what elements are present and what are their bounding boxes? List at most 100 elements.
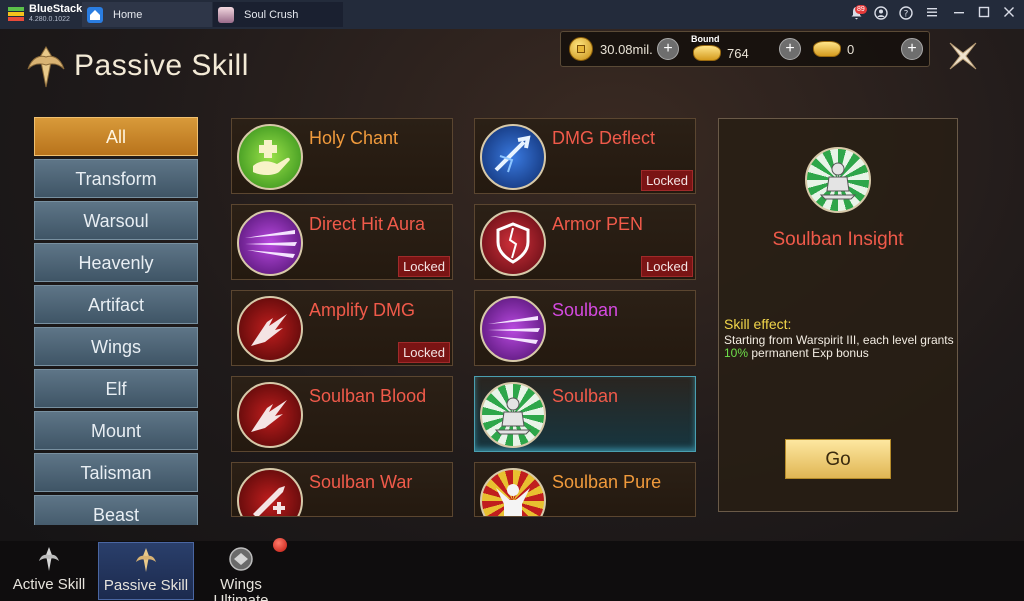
sidebar-item-transform[interactable]: Transform [34,159,198,198]
maximize-icon[interactable] [976,6,992,22]
sidebar-item-warsoul[interactable]: Warsoul [34,201,198,240]
deflect-icon [480,124,546,190]
skill-detail-panel: Soulban Insight Skill effect: Starting f… [718,118,958,512]
skill-card-direct-hit-aura[interactable]: Direct Hit Aura Locked [231,204,453,280]
tab-wings-ultimate[interactable]: Wings Ultimate [193,542,289,601]
passive-skill-icon [136,548,156,572]
flame-blade-icon [237,382,303,448]
effect-percent: 10% [724,346,749,360]
skill-name: Soulban Blood [309,386,427,406]
locked-badge: Locked [398,342,450,363]
skill-name: Amplify DMG [309,300,416,320]
close-icon[interactable] [946,39,980,73]
broken-shield-icon [480,210,546,276]
sidebar-item-all[interactable]: All [34,117,198,156]
app-name: BlueStacks [29,3,89,15]
currency-bar: 30.08mil. + Bound 764 + 0 + [560,31,930,67]
passive-skill-emblem-icon [27,46,65,88]
skill-name: Soulban [552,300,619,320]
skill-card-soulban-war[interactable]: Soulban War [231,462,453,517]
tab-home[interactable]: Home [82,2,212,27]
skill-name: Direct Hit Aura [309,214,426,234]
ingot-amount: 0 [847,41,855,57]
skill-name: Soulban [552,386,619,406]
gold-amount: 30.08mil. [600,41,653,57]
skill-card-holy-chant[interactable]: Holy Chant [231,118,453,194]
tab-label: Active Skill [12,576,86,593]
flame-blade-icon [237,296,303,362]
slash-aura-icon [237,210,303,276]
skill-card-armor-pen[interactable]: Armor PEN Locked [474,204,696,280]
sidebar-item-beast[interactable]: Beast [34,495,198,525]
meditating-figure-icon [480,382,546,448]
effect-text-start: Starting from Warspirit III, each level … [724,333,954,347]
sword-icon [237,468,303,516]
sidebar-item-artifact[interactable]: Artifact [34,285,198,324]
help-icon[interactable]: ? [898,6,914,22]
notification-dot [273,538,287,552]
gold-coin-icon [569,37,593,61]
tab-label: Passive Skill [103,577,189,594]
svg-text:?: ? [904,10,909,20]
effect-text-end: permanent Exp bonus [748,346,869,360]
currency-gold: 30.08mil. [569,32,653,66]
skill-name: DMG Deflect [552,128,656,148]
warrior-burst-icon [480,468,546,516]
tab-passive-skill[interactable]: Passive Skill [98,542,194,600]
bottom-tab-bar: Active Skill Passive Skill Wings Ultimat… [0,538,1024,601]
meditating-figure-icon [805,147,871,213]
skill-card-soulban-blood[interactable]: Soulban Blood [231,376,453,452]
page-title: Passive Skill [74,49,249,82]
skill-effect-label: Skill effect: [724,316,792,332]
sidebar-item-wings[interactable]: Wings [34,327,198,366]
home-icon [87,6,103,23]
wings-ultimate-icon [229,547,253,571]
close-window-icon[interactable] [1001,6,1017,22]
game-screen: Passive Skill 30.08mil. + Bound 764 + 0 … [0,29,1024,601]
bluestacks-logo-icon [8,7,24,21]
skill-effect-text: Starting from Warspirit III, each level … [724,334,954,360]
skill-name: Armor PEN [552,214,644,234]
notification-badge: 89 [855,5,867,14]
healing-hand-icon [237,124,303,190]
account-icon[interactable] [873,6,889,22]
skill-name: Soulban War [309,472,413,492]
tab-label: Home [113,8,143,21]
sidebar-item-elf[interactable]: Elf [34,369,198,408]
sidebar-item-heavenly[interactable]: Heavenly [34,243,198,282]
slash-aura-icon [480,296,546,362]
minimize-icon[interactable] [951,6,967,22]
skill-card-soulban-pure[interactable]: Soulban Pure [474,462,696,517]
menu-icon[interactable] [924,6,940,22]
add-bound-button[interactable]: + [779,38,801,60]
currency-ingot: 0 [813,32,854,66]
bound-amount: 764 [727,45,749,61]
tab-label: Wings Ultimate [213,576,269,601]
locked-badge: Locked [641,256,693,277]
active-skill-icon [39,547,59,571]
currency-bound: 764 [693,32,749,70]
tab-soul-crush[interactable]: Soul Crush [213,2,343,27]
locked-badge: Locked [398,256,450,277]
skill-card-soulban-insight[interactable]: Soulban [474,376,696,452]
bound-ingot-icon [693,45,721,61]
game-avatar-icon [218,6,234,23]
add-ingot-button[interactable]: + [901,38,923,60]
sidebar-item-mount[interactable]: Mount [34,411,198,450]
locked-badge: Locked [641,170,693,191]
window-titlebar: BlueStacks 4.280.0.1022 Home Soul Crush … [0,0,1024,29]
skill-card-soulban[interactable]: Soulban [474,290,696,366]
add-gold-button[interactable]: + [657,38,679,60]
ingot-icon [813,41,841,57]
skill-card-dmg-deflect[interactable]: DMG Deflect Locked [474,118,696,194]
go-button[interactable]: Go [785,439,891,479]
tab-active-skill[interactable]: Active Skill [1,542,97,600]
tab-label: Soul Crush [244,8,299,21]
skill-name: Holy Chant [309,128,399,148]
detail-skill-name: Soulban Insight [772,229,904,250]
sidebar-item-talisman[interactable]: Talisman [34,453,198,492]
category-sidebar: All Transform Warsoul Heavenly Artifact … [34,117,198,525]
skill-name: Soulban Pure [552,472,662,492]
app-version: 4.280.0.1022 [29,16,70,23]
skill-card-amplify-dmg[interactable]: Amplify DMG Locked [231,290,453,366]
